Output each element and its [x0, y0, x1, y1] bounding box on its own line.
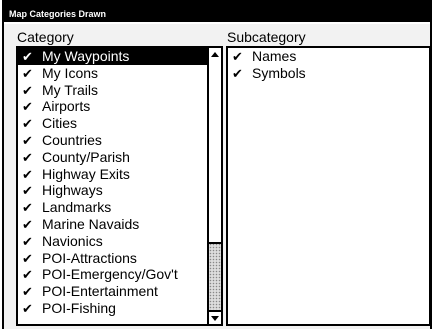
checkmark-icon: ✔ — [232, 65, 243, 81]
category-item-label: County/Parish — [42, 148, 130, 165]
checkmark-icon: ✔ — [22, 250, 33, 266]
category-item[interactable]: ✔ POI-Fishing — [18, 300, 207, 317]
category-item-label: Airports — [42, 98, 91, 115]
category-scrollbar[interactable] — [207, 48, 221, 324]
category-item-label: Highways — [42, 182, 103, 199]
category-item-label: Countries — [42, 131, 102, 148]
map-categories-window: Map Categories Drawn Category Subcategor… — [2, 0, 432, 329]
checkmark-icon: ✔ — [22, 149, 33, 165]
category-item-label: Highway Exits — [42, 165, 130, 182]
category-item[interactable]: ✔ Countries — [18, 132, 207, 149]
subcategory-item[interactable]: ✔ Symbols — [228, 65, 429, 82]
subcategory-item-label: Names — [252, 48, 297, 64]
checkmark-icon: ✔ — [22, 82, 33, 98]
checkmark-icon: ✔ — [22, 216, 33, 232]
arrow-down-icon — [211, 315, 219, 321]
subcategory-header: Subcategory — [227, 29, 306, 45]
checkmark-icon: ✔ — [22, 116, 33, 132]
subcategory-item[interactable]: ✔ Names — [228, 48, 429, 65]
category-item-label: My Waypoints — [42, 48, 130, 64]
category-item[interactable]: ✔ Navionics — [18, 233, 207, 250]
category-item[interactable]: ✔ County/Parish — [18, 149, 207, 166]
category-item-label: Cities — [42, 115, 78, 132]
checkmark-icon: ✔ — [22, 233, 33, 249]
checkmark-icon: ✔ — [232, 49, 243, 64]
checkmark-icon: ✔ — [22, 65, 33, 81]
checkmark-icon: ✔ — [22, 284, 33, 300]
category-item[interactable]: ✔ Airports — [18, 98, 207, 115]
category-item[interactable]: ✔ Marine Navaids — [18, 216, 207, 233]
category-item[interactable]: ✔ My Icons — [18, 65, 207, 82]
window-title: Map Categories Drawn — [4, 0, 430, 24]
checkmark-icon: ✔ — [22, 99, 33, 115]
category-item-label: POI-Emergency/Gov't — [42, 266, 178, 283]
category-item[interactable]: ✔ My Waypoints — [18, 48, 207, 65]
category-item-label: My Icons — [42, 64, 99, 81]
category-item-label: My Trails — [42, 81, 98, 98]
category-item-label: POI-Fishing — [42, 299, 116, 316]
scroll-down-button[interactable] — [209, 310, 221, 324]
category-item-label: Navionics — [42, 232, 103, 249]
category-item[interactable]: ✔ POI-Entertainment — [18, 283, 207, 300]
category-item[interactable]: ✔ My Trails — [18, 82, 207, 99]
arrow-up-icon — [211, 51, 219, 57]
subcategory-list[interactable]: ✔ Names ✔ Symbols — [226, 46, 431, 326]
category-item[interactable]: ✔ POI-Emergency/Gov't — [18, 266, 207, 283]
checkmark-icon: ✔ — [22, 49, 33, 64]
checkmark-icon: ✔ — [22, 183, 33, 199]
category-item-label: POI-Attractions — [42, 249, 137, 266]
category-item-label: Landmarks — [42, 199, 112, 216]
checkmark-icon: ✔ — [22, 267, 33, 283]
category-header: Category — [17, 29, 74, 45]
subcategory-item-label: Symbols — [252, 64, 306, 81]
category-item[interactable]: ✔ Highways — [18, 182, 207, 199]
category-item-label: POI-Entertainment — [42, 283, 158, 300]
checkmark-icon: ✔ — [22, 166, 33, 182]
checkmark-icon: ✔ — [22, 300, 33, 316]
category-list[interactable]: ✔ My Waypoints ✔ My Icons ✔ My Trails ✔ Airport… — [16, 46, 223, 326]
checkmark-icon: ✔ — [22, 132, 33, 148]
category-item-label: Marine Navaids — [42, 215, 140, 232]
category-item[interactable]: ✔ Highway Exits — [18, 166, 207, 183]
category-item[interactable]: ✔ POI-Attractions — [18, 250, 207, 267]
checkmark-icon: ✔ — [22, 200, 33, 216]
category-item[interactable]: ✔ Cities — [18, 115, 207, 132]
category-item[interactable]: ✔ Landmarks — [18, 199, 207, 216]
scrollbar-thumb[interactable] — [209, 60, 221, 244]
